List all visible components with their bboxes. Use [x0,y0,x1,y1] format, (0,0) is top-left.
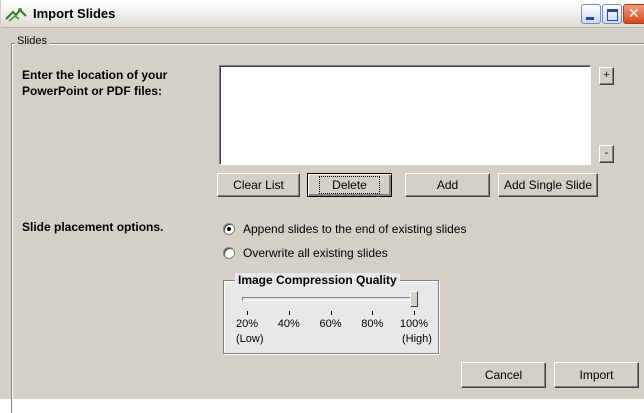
close-button[interactable]: ✕ [623,4,644,24]
add-button[interactable]: Add [405,173,490,197]
append-option[interactable]: Append slides to the end of existing sli… [223,222,466,236]
slides-group-label: Slides [15,35,49,47]
slider-tick [330,311,332,315]
compression-slider-track[interactable] [242,297,418,301]
compression-title: Image Compression Quality [235,273,400,287]
add-row-button[interactable]: + [599,67,614,85]
add-single-slide-button[interactable]: Add Single Slide [498,173,598,197]
location-label: Enter the location of your PowerPoint or… [22,68,168,98]
slider-tick-label: 100% [399,318,429,330]
slider-tick-label: 80% [361,318,384,330]
append-option-label: Append slides to the end of existing sli… [243,222,467,236]
remove-row-button[interactable]: - [599,145,614,163]
window-title: Import Slides [33,6,116,21]
overwrite-radio[interactable] [223,247,235,259]
slider-tick [414,311,415,315]
slider-tick [288,311,290,315]
cancel-button[interactable]: Cancel [461,362,546,388]
delete-button-label: Delete [319,176,380,194]
minimize-button[interactable] [581,4,601,24]
append-radio[interactable] [223,223,235,235]
overwrite-option-label: Overwrite all existing slides [243,246,388,260]
close-icon: ✕ [628,6,640,22]
slider-tick [372,311,374,315]
compression-slider-thumb[interactable] [410,291,418,307]
slider-tick [247,311,248,315]
slider-tick-label: 40% [277,318,300,330]
overwrite-option[interactable]: Overwrite all existing slides [223,246,388,260]
delete-button[interactable]: Delete [307,173,392,197]
app-icon [5,8,27,22]
high-caption: (High) [402,333,432,345]
slider-tick-label: 60% [319,318,342,330]
import-button[interactable]: Import [554,362,639,388]
low-caption: (Low) [236,333,264,345]
title-bar[interactable]: Import Slides ✕ [1,0,644,28]
slider-tick-label: 20% [235,318,259,330]
import-slides-dialog: Import Slides ✕ Slides Enter the locatio… [0,0,644,413]
placement-label: Slide placement options. [22,220,164,234]
maximize-button[interactable] [602,4,622,24]
file-list[interactable] [219,65,591,165]
clear-list-button[interactable]: Clear List [217,173,300,197]
